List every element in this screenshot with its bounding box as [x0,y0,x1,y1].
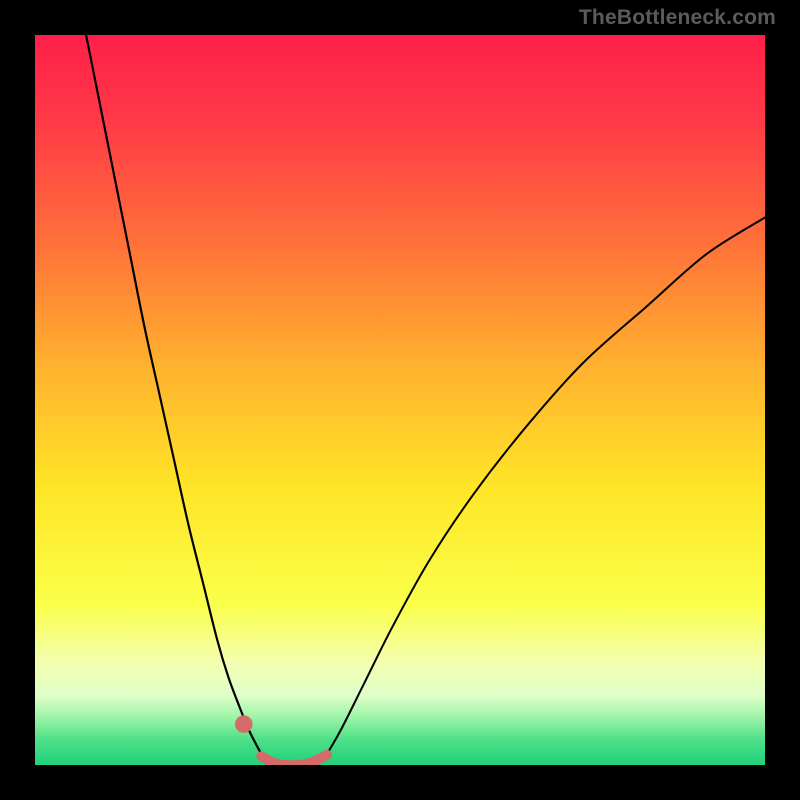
marker-group [235,715,253,733]
gradient-background [35,35,765,765]
left-marker-dot [235,715,253,733]
bottleneck-chart [35,35,765,765]
plot-area [35,35,765,765]
watermark-text: TheBottleneck.com [579,6,776,30]
outer-black-frame: TheBottleneck.com [0,0,800,800]
